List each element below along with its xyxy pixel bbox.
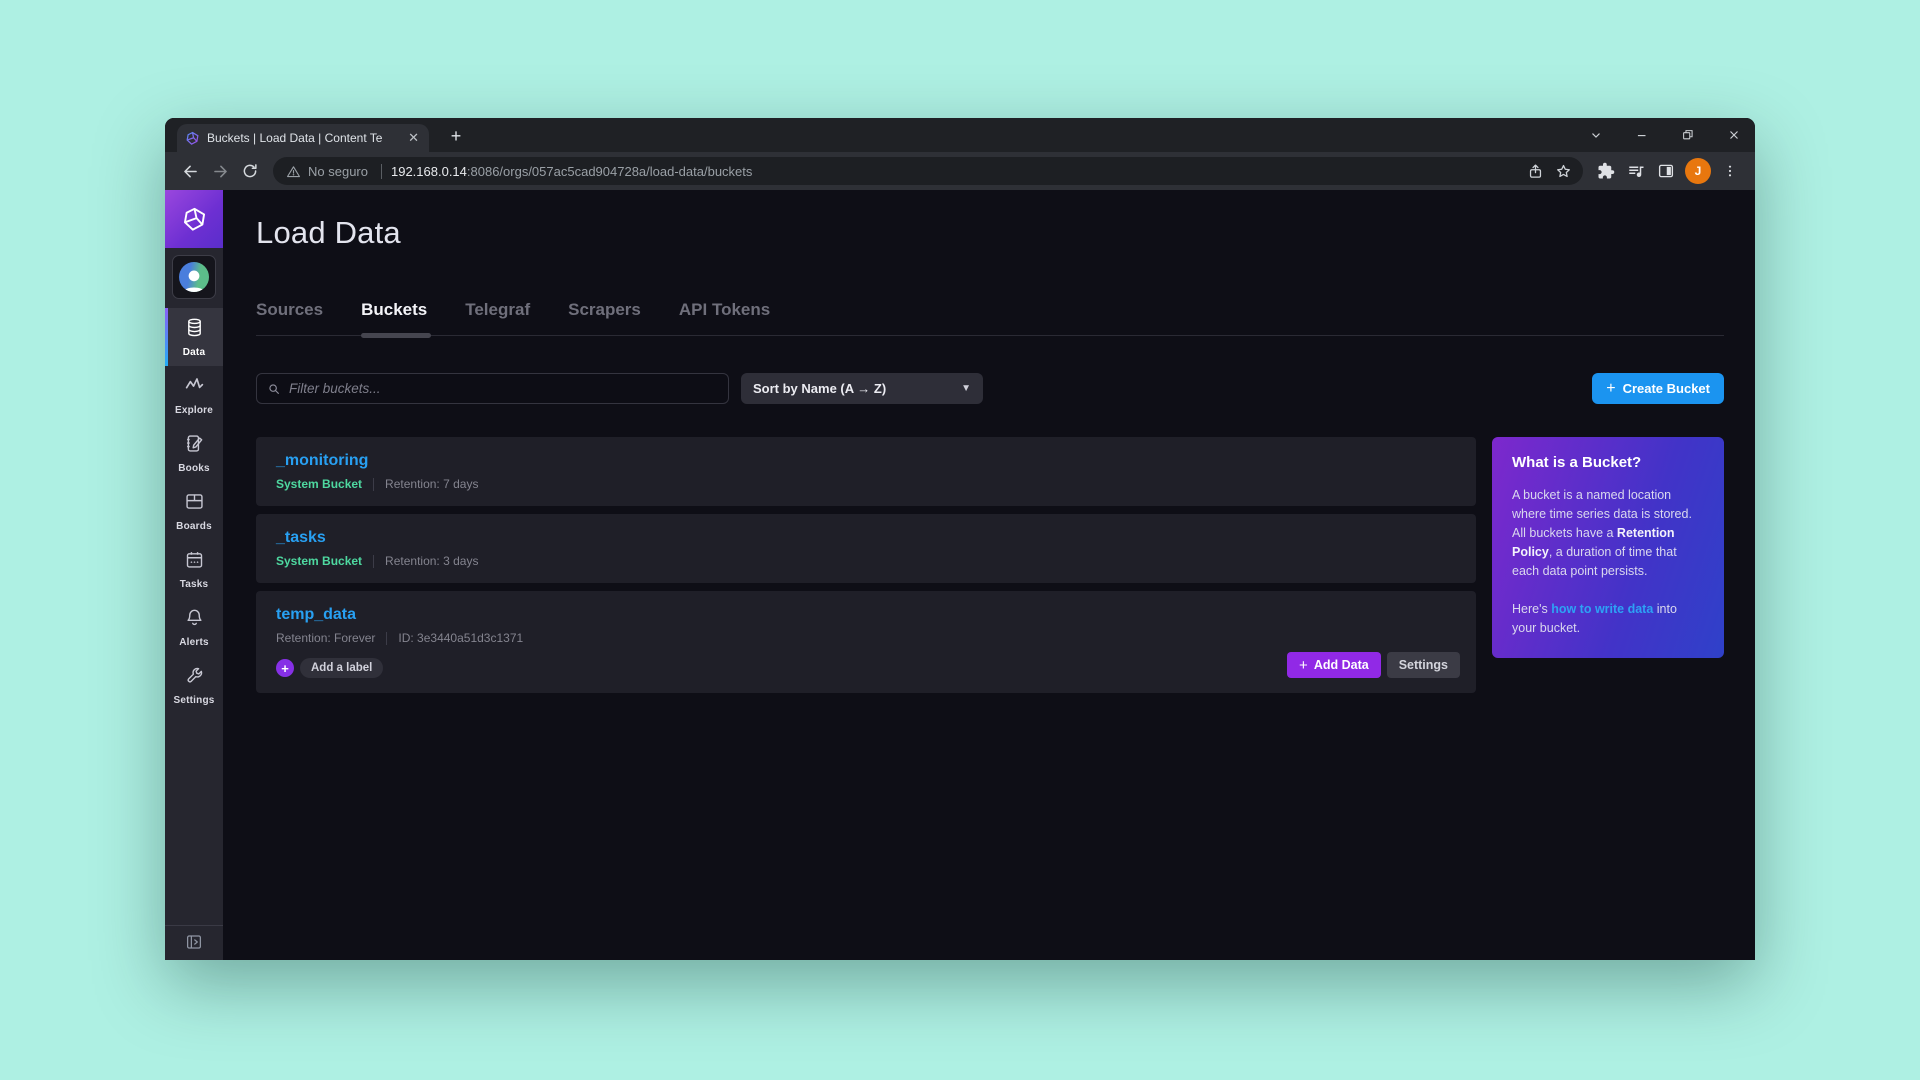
retention-text: Retention: 3 days xyxy=(385,554,478,568)
meta-divider xyxy=(373,478,374,491)
browser-tabstrip: Buckets | Load Data | Content Te ✕ + xyxy=(165,118,1755,152)
tab-close-icon[interactable]: ✕ xyxy=(406,130,421,146)
tab-telegraf[interactable]: Telegraf xyxy=(465,300,530,320)
filter-buckets-field xyxy=(256,373,729,404)
sidebar-label: Settings xyxy=(173,695,214,706)
retention-text: Retention: 7 days xyxy=(385,477,478,491)
sort-dropdown-label: Sort by Name (A → Z) xyxy=(753,381,961,396)
window-minimize-button[interactable] xyxy=(1635,128,1649,142)
queue-music-extension-icon[interactable] xyxy=(1621,156,1651,186)
bucket-row-monitoring: _monitoring System Bucket Retention: 7 d… xyxy=(256,437,1476,506)
influxdb-app: Data Explore Books Boards xyxy=(165,190,1755,960)
sort-dropdown[interactable]: Sort by Name (A → Z) ▼ xyxy=(741,373,983,404)
retention-text: Retention: Forever xyxy=(276,631,375,645)
bucket-row-tasks: _tasks System Bucket Retention: 3 days xyxy=(256,514,1476,583)
tab-search-chevron-icon[interactable] xyxy=(1589,128,1603,142)
info-panel-paragraph-2: Here's how to write data into your bucke… xyxy=(1512,600,1704,638)
meta-divider xyxy=(386,632,387,645)
bucket-list: _monitoring System Bucket Retention: 7 d… xyxy=(256,437,1476,701)
user-avatar-icon xyxy=(179,262,209,292)
forward-button[interactable] xyxy=(205,156,235,186)
influxdb-favicon-icon xyxy=(185,131,200,146)
browser-tab[interactable]: Buckets | Load Data | Content Te ✕ xyxy=(177,124,429,152)
tab-buckets[interactable]: Buckets xyxy=(361,300,427,320)
info-panel-title: What is a Bucket? xyxy=(1512,454,1704,471)
add-data-button[interactable]: + Add Data xyxy=(1287,652,1381,678)
share-icon[interactable] xyxy=(1521,157,1549,185)
sidebar: Data Explore Books Boards xyxy=(165,190,223,960)
browser-toolbar: No seguro 192.168.0.14:8086/orgs/057ac5c… xyxy=(165,152,1755,190)
sidebar-label: Boards xyxy=(176,521,212,532)
how-to-write-data-link[interactable]: how to write data xyxy=(1551,602,1653,616)
sidebar-label: Explore xyxy=(175,405,213,416)
user-avatar-button[interactable] xyxy=(172,255,216,299)
bucket-name-link[interactable]: _tasks xyxy=(276,529,326,547)
profile-avatar[interactable]: J xyxy=(1685,158,1711,184)
pulse-graph-icon xyxy=(184,375,205,401)
bookmark-star-icon[interactable] xyxy=(1549,157,1577,185)
url-divider xyxy=(381,164,382,179)
wrench-icon xyxy=(184,665,205,691)
system-bucket-badge: System Bucket xyxy=(276,477,362,491)
notebook-icon xyxy=(184,433,205,459)
plus-icon: + xyxy=(1299,658,1308,673)
not-secure-warning-icon[interactable] xyxy=(286,164,301,179)
sidebar-label: Alerts xyxy=(179,637,209,648)
main-content: Load Data Sources Buckets Telegraf Scrap… xyxy=(223,190,1755,960)
new-tab-button[interactable]: + xyxy=(443,123,469,149)
sidebar-label: Data xyxy=(183,347,205,358)
dashboard-grid-icon xyxy=(184,491,205,517)
sidebar-item-explore[interactable]: Explore xyxy=(165,366,223,424)
bucket-row-temp-data: temp_data Retention: Forever ID: 3e3440a… xyxy=(256,591,1476,693)
sidebar-label: Books xyxy=(178,463,210,474)
tab-scrapers[interactable]: Scrapers xyxy=(568,300,641,320)
add-label-plus-button[interactable]: + xyxy=(276,659,294,677)
expand-nav-toggle-icon[interactable] xyxy=(185,933,203,951)
page-title: Load Data xyxy=(256,215,1724,251)
sidebar-item-boards[interactable]: Boards xyxy=(165,482,223,540)
back-button[interactable] xyxy=(175,156,205,186)
what-is-a-bucket-panel: What is a Bucket? A bucket is a named lo… xyxy=(1492,437,1724,658)
plus-icon: + xyxy=(1606,381,1615,397)
sidebar-label: Tasks xyxy=(180,579,209,590)
add-label-pill[interactable]: Add a label xyxy=(300,658,383,678)
create-bucket-button[interactable]: + Create Bucket xyxy=(1592,373,1724,404)
bucket-name-link[interactable]: temp_data xyxy=(276,606,356,624)
sidebar-item-tasks[interactable]: Tasks xyxy=(165,540,223,598)
bucket-controls: Sort by Name (A → Z) ▼ + Create Bucket xyxy=(256,373,1724,404)
system-bucket-badge: System Bucket xyxy=(276,554,362,568)
sidebar-item-settings[interactable]: Settings xyxy=(165,656,223,714)
window-restore-button[interactable] xyxy=(1681,128,1695,142)
sidebar-item-data[interactable]: Data xyxy=(165,308,223,366)
influxdb-logo[interactable] xyxy=(165,190,223,248)
bucket-name-link[interactable]: _monitoring xyxy=(276,452,368,470)
filter-buckets-input[interactable] xyxy=(289,381,718,396)
search-icon xyxy=(267,382,281,396)
database-icon xyxy=(184,317,205,343)
extensions-puzzle-icon[interactable] xyxy=(1591,156,1621,186)
chevron-down-icon: ▼ xyxy=(961,383,971,394)
load-data-tabs: Sources Buckets Telegraf Scrapers API To… xyxy=(256,300,1724,336)
tab-sources[interactable]: Sources xyxy=(256,300,323,320)
reload-button[interactable] xyxy=(235,156,265,186)
meta-divider xyxy=(373,555,374,568)
bell-icon xyxy=(184,607,205,633)
url-path: :8086/orgs/057ac5cad904728a/load-data/bu… xyxy=(467,164,753,179)
sidebar-item-alerts[interactable]: Alerts xyxy=(165,598,223,656)
bucket-settings-button[interactable]: Settings xyxy=(1387,652,1460,678)
url-host: 192.168.0.14 xyxy=(391,164,467,179)
window-close-button[interactable] xyxy=(1727,128,1741,142)
address-bar[interactable]: No seguro 192.168.0.14:8086/orgs/057ac5c… xyxy=(273,157,1583,185)
bucket-id-text: ID: 3e3440a51d3c1371 xyxy=(398,631,523,645)
security-label: No seguro xyxy=(308,164,368,179)
tab-api-tokens[interactable]: API Tokens xyxy=(679,300,770,320)
tab-title: Buckets | Load Data | Content Te xyxy=(207,131,399,145)
sidebar-footer xyxy=(165,925,223,960)
side-panel-icon[interactable] xyxy=(1651,156,1681,186)
sidebar-item-books[interactable]: Books xyxy=(165,424,223,482)
info-panel-paragraph-1: A bucket is a named location where time … xyxy=(1512,486,1704,581)
browser-menu-kebab-icon[interactable] xyxy=(1715,156,1745,186)
browser-window: Buckets | Load Data | Content Te ✕ + xyxy=(165,118,1755,960)
calendar-icon xyxy=(184,549,205,575)
